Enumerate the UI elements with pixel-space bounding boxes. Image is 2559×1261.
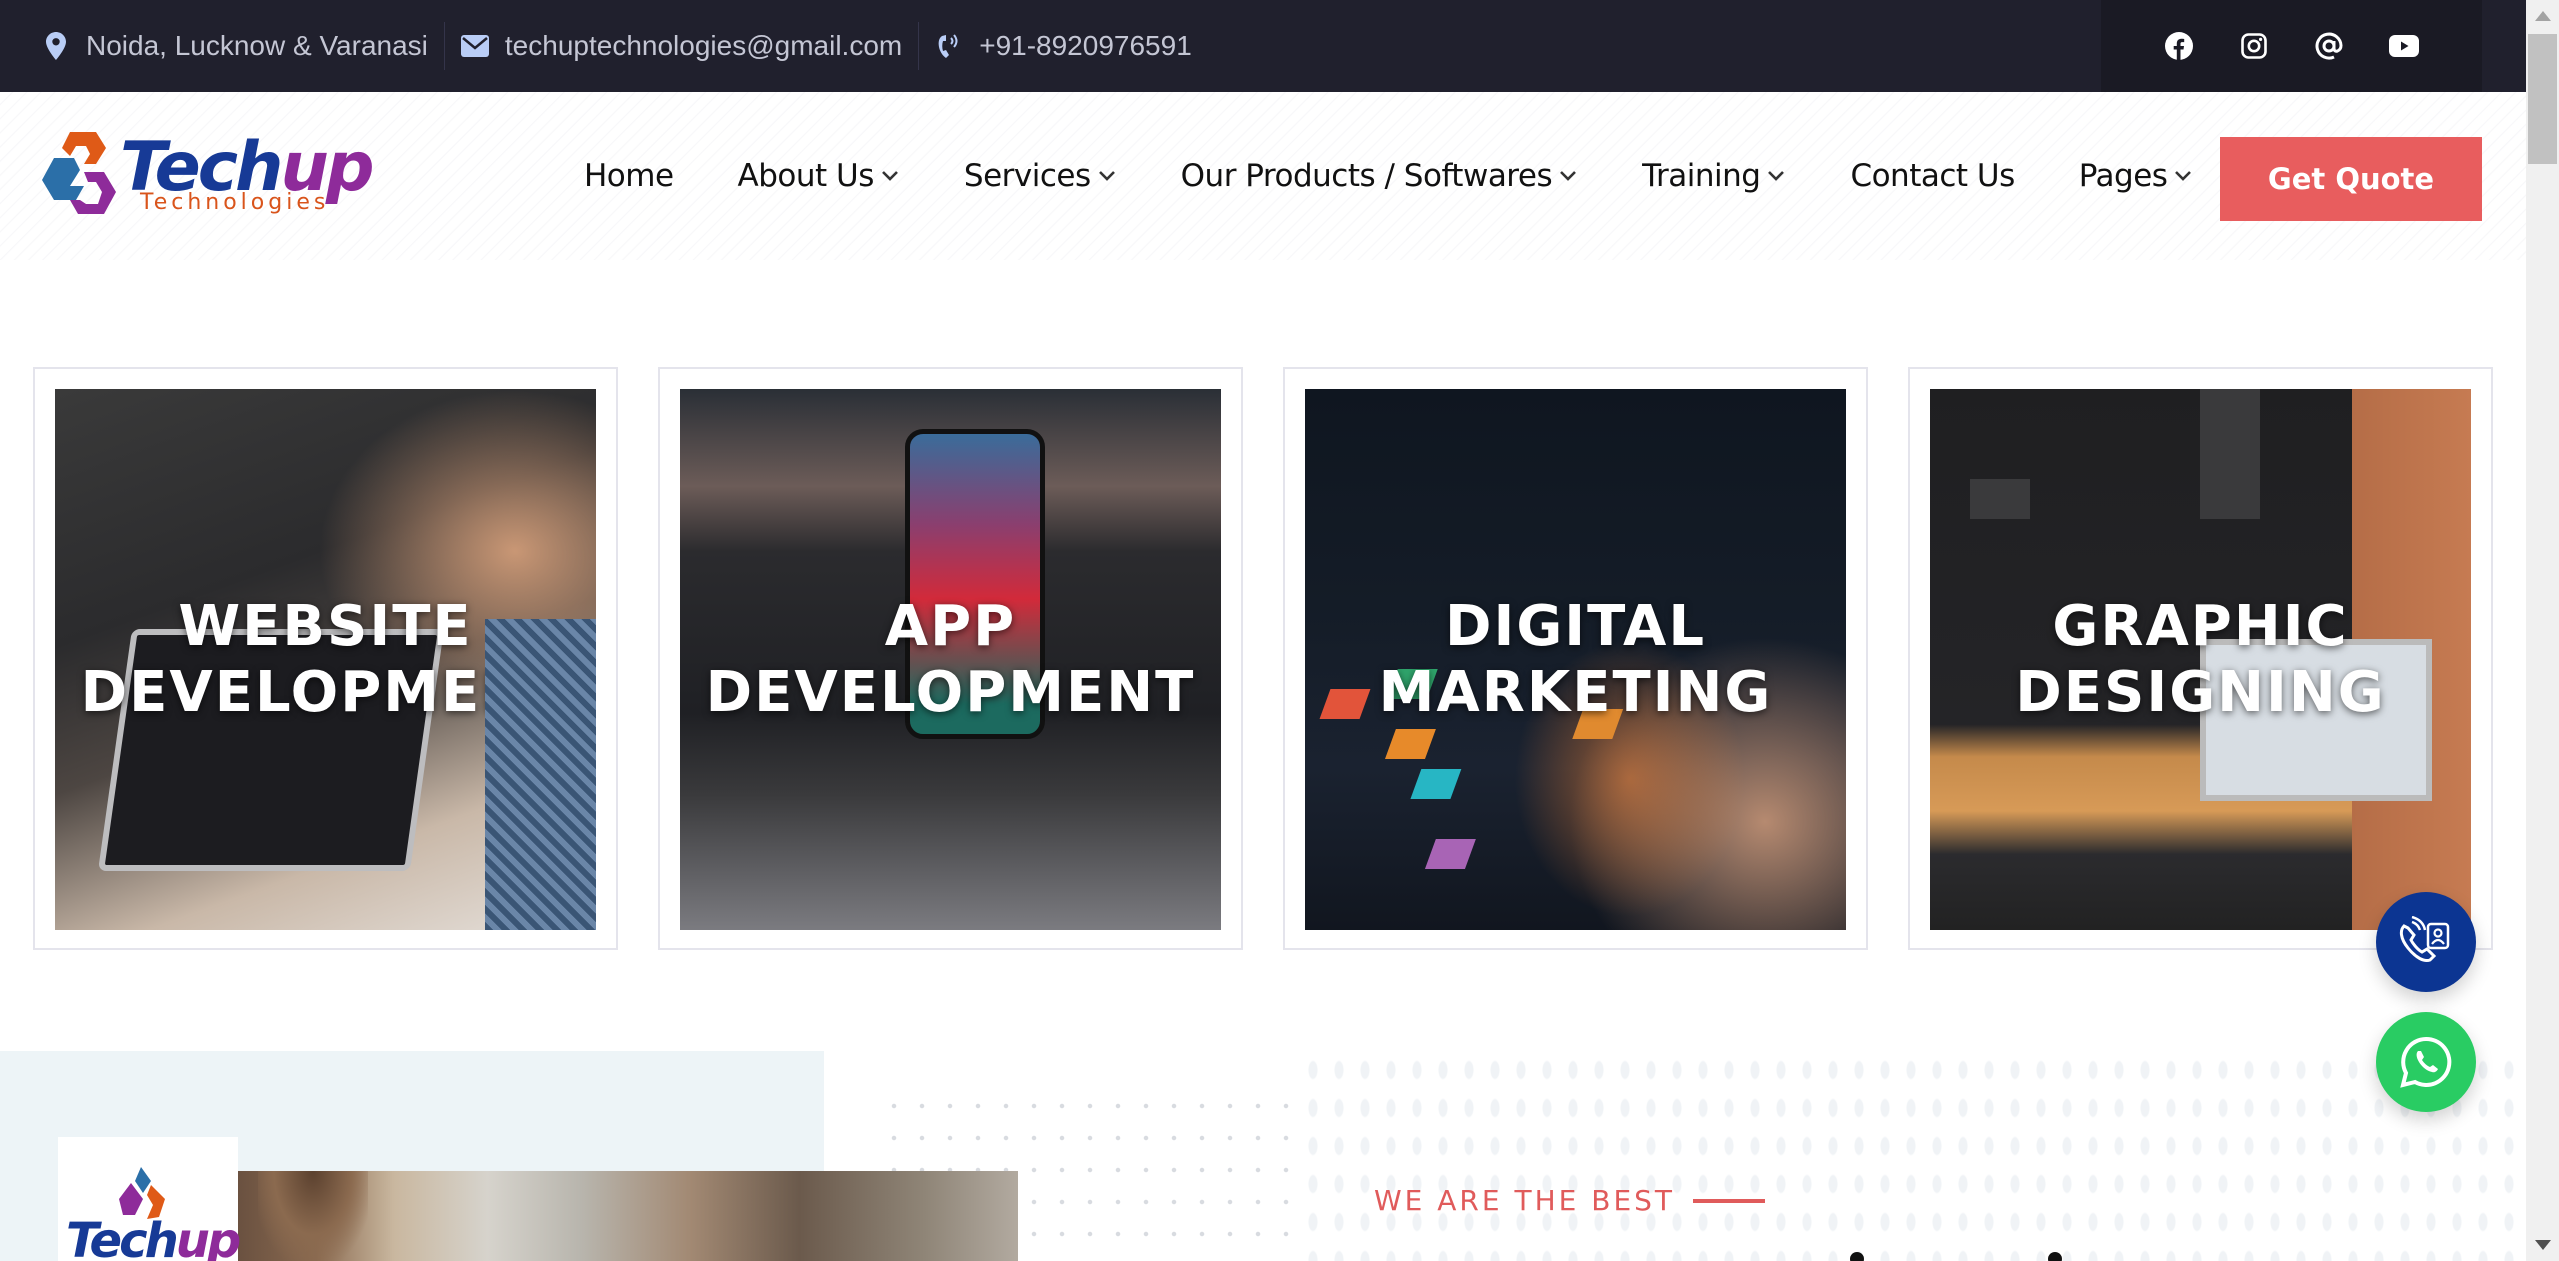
email-link[interactable]: techuptechnologies@gmail.com — [505, 30, 902, 62]
facebook-icon[interactable] — [2164, 31, 2194, 61]
whatsapp-icon — [2400, 1036, 2452, 1088]
about-logo-text: Techup — [66, 1213, 241, 1261]
service-image: WEBSITE DEVELOPMENT — [55, 389, 596, 930]
service-card-digital-marketing[interactable]: DIGITAL MARKETING — [1283, 367, 1868, 950]
location-text: Noida, Lucknow & Varanasi — [86, 30, 428, 61]
chevron-down-icon — [1558, 166, 1578, 186]
whatsapp-button[interactable] — [2376, 1012, 2476, 1112]
nav-pages[interactable]: Pages — [2079, 158, 2194, 194]
logo-subtitle: Technologies — [140, 190, 330, 215]
site-logo[interactable]: Techup Technologies — [40, 128, 375, 228]
call-contact-button[interactable] — [2376, 892, 2476, 992]
service-title: DIGITAL MARKETING — [1378, 593, 1773, 725]
service-title: WEBSITE DEVELOPMENT — [80, 593, 571, 725]
site-header: Techup Technologies Home About Us Servic… — [0, 92, 2526, 260]
nav-contact-us[interactable]: Contact Us — [1850, 158, 2015, 194]
service-title: APP DEVELOPMENT — [705, 593, 1196, 725]
scroll-down-arrow-icon[interactable] — [2526, 1229, 2559, 1261]
youtube-icon[interactable] — [2389, 31, 2420, 61]
envelope-icon — [460, 32, 489, 60]
service-image: APP DEVELOPMENT — [680, 389, 1221, 930]
service-card-app[interactable]: APP DEVELOPMENT — [658, 367, 1243, 950]
section-heading-partial — [1850, 1252, 2250, 1261]
service-image: DIGITAL MARKETING — [1305, 389, 1846, 930]
divider — [443, 22, 445, 70]
phone-contact-icon — [2399, 916, 2450, 962]
social-links — [2101, 0, 2482, 92]
nav-about-us[interactable]: About Us — [738, 158, 900, 194]
at-sign-icon[interactable] — [2314, 31, 2344, 61]
eyebrow-underline — [1693, 1198, 1766, 1203]
phone-item[interactable]: +91-8920976591 — [935, 0, 1208, 92]
wave-pattern — [1300, 1051, 2526, 1261]
logo-wordmark: Techup Technologies — [120, 128, 375, 215]
location-item: Noida, Lucknow & Varanasi — [42, 0, 444, 92]
logo-mark-icon — [42, 132, 116, 214]
page-scrollbar[interactable] — [2526, 0, 2559, 1261]
service-card-website[interactable]: WEBSITE DEVELOPMENT — [33, 367, 618, 950]
divider — [918, 22, 920, 70]
service-title: GRAPHIC DESIGNING — [2015, 593, 2386, 725]
chevron-down-icon — [1097, 166, 1117, 186]
nav-home[interactable]: Home — [584, 158, 674, 194]
scroll-up-arrow-icon[interactable] — [2526, 0, 2559, 32]
scrollbar-thumb[interactable] — [2528, 34, 2557, 164]
section-eyebrow: WE ARE THE BEST — [1374, 1184, 1766, 1217]
top-contact-bar: Noida, Lucknow & Varanasi techuptechnolo… — [0, 0, 2526, 92]
nav-training[interactable]: Training — [1642, 158, 1786, 194]
chevron-down-icon — [1766, 166, 1786, 186]
get-quote-button[interactable]: Get Quote — [2220, 137, 2482, 221]
eyebrow-text: WE ARE THE BEST — [1374, 1184, 1676, 1217]
nav-products[interactable]: Our Products / Softwares — [1181, 158, 1578, 194]
about-photo — [238, 1171, 1018, 1261]
phone-icon — [935, 32, 963, 60]
service-image: GRAPHIC DESIGNING — [1930, 389, 2471, 930]
map-pin-icon — [42, 32, 70, 60]
email-item[interactable]: techuptechnologies@gmail.com — [460, 0, 918, 92]
nav-services[interactable]: Services — [964, 158, 1117, 194]
chevron-down-icon — [880, 166, 900, 186]
contact-info: Noida, Lucknow & Varanasi techuptechnolo… — [0, 0, 1208, 92]
phone-link[interactable]: +91-8920976591 — [979, 30, 1192, 62]
instagram-icon[interactable] — [2239, 31, 2269, 61]
about-logo-badge: Techup — [58, 1137, 241, 1261]
main-nav: Home About Us Services Our Products / So… — [584, 92, 2193, 260]
chevron-down-icon — [2173, 166, 2193, 186]
service-card-graphic-design[interactable]: GRAPHIC DESIGNING — [1908, 367, 2493, 950]
